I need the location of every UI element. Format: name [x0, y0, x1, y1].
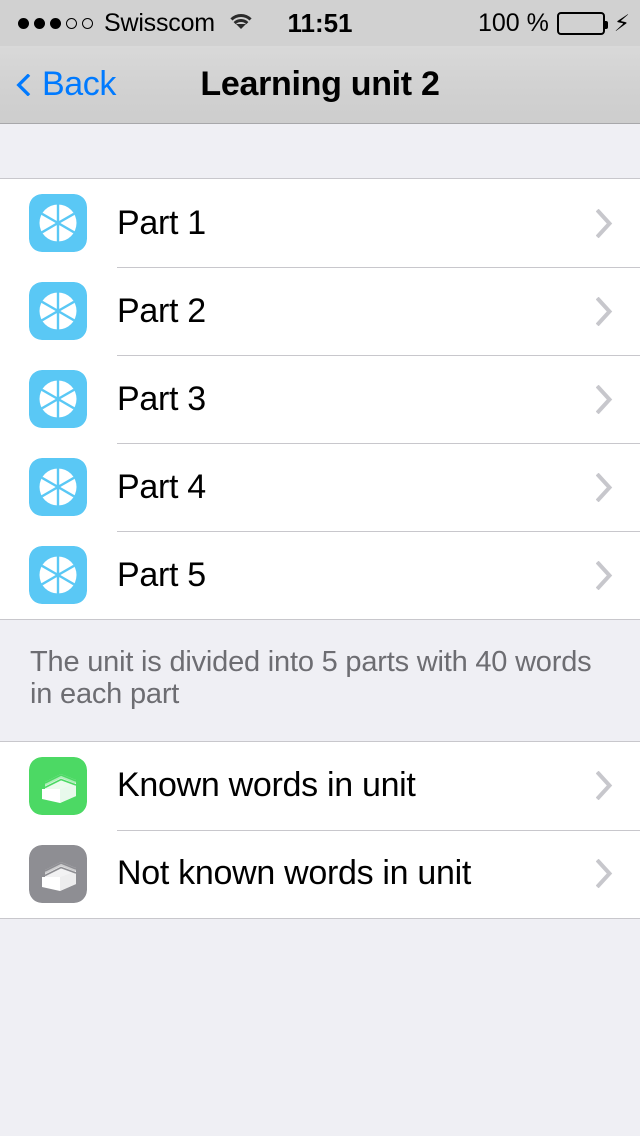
word-lists-section: Known words in unit Not known words in u…: [0, 740, 640, 919]
main-content: Part 1 Part 2 Part 3 Part 4 Part 5 The u…: [0, 124, 640, 1136]
top-spacer: [0, 124, 640, 178]
list-item-label: Not known words in unit: [117, 854, 472, 893]
bottom-spacer: [0, 919, 640, 1135]
list-item-label: Known words in unit: [117, 766, 416, 805]
lightning-bolt-icon: ⚡︎: [613, 9, 630, 36]
status-bar-right: 100 % ⚡︎: [478, 0, 630, 46]
list-item-known-words[interactable]: Known words in unit: [0, 741, 640, 830]
list-item-label: Part 2: [117, 291, 206, 330]
card-box-icon: [29, 756, 87, 815]
chevron-right-icon: [596, 296, 613, 326]
chevron-right-icon: [596, 771, 613, 801]
list-item-label: Part 5: [117, 555, 206, 594]
chevron-right-icon: [596, 384, 613, 414]
chevron-right-icon: [596, 560, 613, 590]
pie-segments-icon: [29, 458, 87, 516]
chevron-right-icon: [596, 859, 613, 889]
list-item-part-2[interactable]: Part 2: [0, 267, 640, 355]
navigation-bar: Back Learning unit 2: [0, 46, 640, 124]
battery-icon: [556, 11, 608, 35]
pie-segments-icon: [29, 194, 87, 252]
battery-percent-label: 100 %: [477, 8, 549, 37]
list-item-part-3[interactable]: Part 3: [0, 355, 640, 443]
status-bar: Swisscom 11:51 100 % ⚡︎: [0, 0, 640, 46]
app-screen: Swisscom 11:51 100 % ⚡︎ Back Learning un…: [0, 0, 640, 1136]
list-item-label: Part 1: [117, 203, 206, 242]
parts-section: Part 1 Part 2 Part 3 Part 4 Part 5: [0, 178, 640, 620]
list-item-part-5[interactable]: Part 5: [0, 531, 640, 619]
pie-segments-icon: [29, 546, 87, 604]
list-item-not-known-words[interactable]: Not known words in unit: [0, 829, 640, 918]
chevron-right-icon: [596, 208, 613, 238]
list-item-part-1[interactable]: Part 1: [0, 179, 640, 267]
back-button[interactable]: Back: [12, 46, 116, 123]
section-footer-text: The unit is divided into 5 parts with 40…: [30, 646, 592, 711]
card-box-icon: [29, 844, 87, 903]
pie-segments-icon: [29, 370, 87, 428]
list-item-label: Part 4: [117, 467, 206, 506]
chevron-right-icon: [596, 472, 613, 502]
list-item-part-4[interactable]: Part 4: [0, 443, 640, 531]
back-button-label: Back: [42, 65, 116, 103]
chevron-left-icon: [16, 73, 31, 96]
list-item-label: Part 3: [117, 379, 206, 418]
pie-segments-icon: [29, 282, 87, 340]
